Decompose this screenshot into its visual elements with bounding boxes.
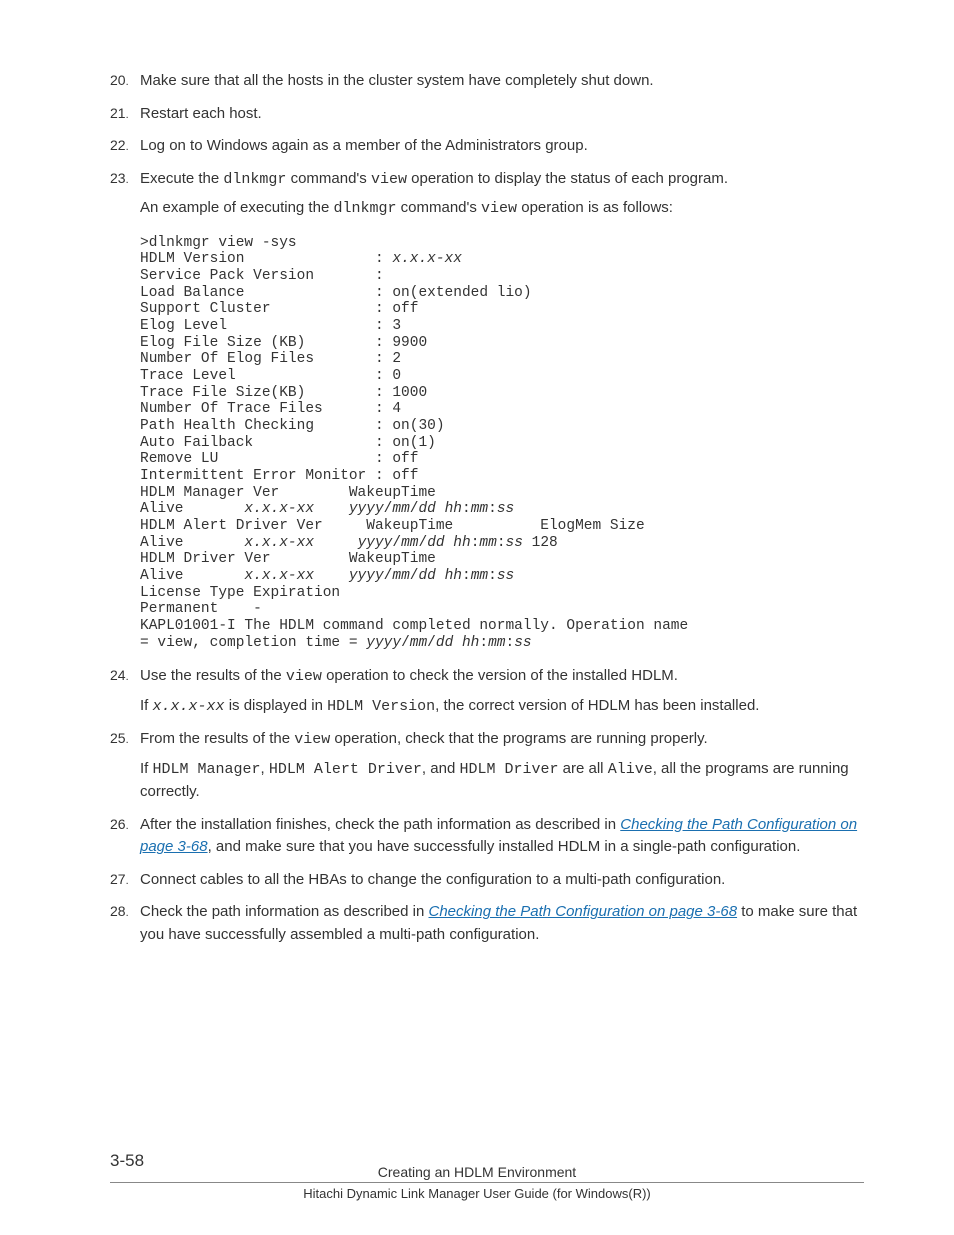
- step-note: If HDLM Manager, HDLM Alert Driver, and …: [140, 758, 864, 804]
- step-text: From the results of the view operation, …: [140, 730, 708, 747]
- step-note: If x.x.x-xx is displayed in HDLM Version…: [140, 695, 864, 719]
- step-26: 26. After the installation finishes, che…: [110, 814, 864, 859]
- step-text: Restart each host.: [140, 105, 262, 122]
- footer-guide-title: Hitachi Dynamic Link Manager User Guide …: [0, 1183, 954, 1201]
- step-23: 23. Execute the dlnkmgr command's view o…: [110, 168, 864, 221]
- page-number: 3-58: [110, 1151, 144, 1171]
- step-28: 28. Check the path information as descri…: [110, 901, 864, 946]
- page-footer: 3-58 Creating an HDLM Environment Hitach…: [0, 1164, 954, 1201]
- step-list: 20. Make sure that all the hosts in the …: [110, 70, 864, 221]
- link-checking-path[interactable]: Checking the Path Configuration on page …: [429, 903, 738, 920]
- step-text: Log on to Windows again as a member of t…: [140, 137, 588, 154]
- step-text: Use the results of the view operation to…: [140, 667, 678, 684]
- step-example: An example of executing the dlnkmgr comm…: [140, 197, 864, 221]
- step-22: 22. Log on to Windows again as a member …: [110, 135, 864, 158]
- step-25: 25. From the results of the view operati…: [110, 728, 864, 804]
- step-27: 27. Connect cables to all the HBAs to ch…: [110, 869, 864, 892]
- step-text: Check the path information as described …: [140, 903, 857, 943]
- step-text: After the installation finishes, check t…: [140, 816, 857, 856]
- step-text: Make sure that all the hosts in the clus…: [140, 72, 654, 89]
- code-output: >dlnkmgr view -sys HDLM Version : x.x.x-…: [140, 235, 864, 652]
- step-text: Connect cables to all the HBAs to change…: [140, 871, 725, 888]
- step-21: 21. Restart each host.: [110, 103, 864, 126]
- step-text: Execute the dlnkmgr command's view opera…: [140, 170, 728, 187]
- step-24: 24. Use the results of the view operatio…: [110, 665, 864, 718]
- step-20: 20. Make sure that all the hosts in the …: [110, 70, 864, 93]
- step-list-cont: 24. Use the results of the view operatio…: [110, 665, 864, 946]
